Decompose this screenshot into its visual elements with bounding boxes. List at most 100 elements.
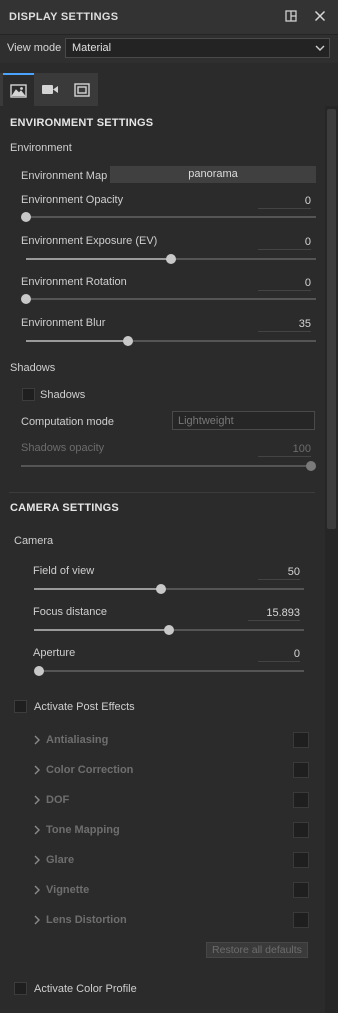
dock-icon[interactable]	[284, 9, 298, 23]
post-effect-toggle[interactable]	[293, 732, 309, 748]
slider-fill	[21, 465, 311, 467]
post-effect-label: DOF	[46, 794, 70, 806]
chevron-right-icon	[34, 795, 40, 805]
view-mode-value: Material	[72, 42, 112, 54]
focus-distance-label: Focus distance	[33, 606, 107, 618]
tab-environment[interactable]	[3, 73, 34, 106]
computation-mode-input[interactable]: Lightweight	[172, 411, 315, 430]
post-effect-color-correction[interactable]: Color Correction	[33, 762, 309, 780]
scrollbar-thumb[interactable]	[327, 109, 336, 529]
environment-blur-slider[interactable]	[26, 336, 316, 346]
post-effect-label: Color Correction	[46, 764, 134, 776]
post-effect-glare[interactable]: Glare	[33, 852, 309, 870]
environment-group-label: Environment	[10, 142, 72, 154]
close-icon[interactable]	[313, 9, 327, 23]
environment-rotation-value[interactable]: 0	[258, 277, 311, 291]
environment-exposure-slider[interactable]	[26, 254, 316, 264]
chevron-right-icon	[34, 885, 40, 895]
environment-opacity-value[interactable]: 0	[258, 195, 311, 209]
shadows-group-label: Shadows	[10, 362, 56, 374]
camera-group-label: Camera	[14, 535, 54, 547]
aperture-slider[interactable]	[34, 666, 304, 676]
environment-opacity-slider[interactable]	[21, 212, 316, 222]
view-mode-select[interactable]: Material	[65, 38, 330, 58]
environment-blur-label: Environment Blur	[21, 317, 106, 329]
focus-distance-slider[interactable]	[34, 625, 304, 635]
tabs	[0, 73, 338, 106]
post-effect-toggle[interactable]	[293, 762, 309, 778]
environment-map-label: Environment Map	[21, 170, 108, 182]
slider-fill	[34, 629, 169, 631]
view-mode-row: View mode Material	[0, 35, 338, 63]
slider-handle[interactable]	[166, 254, 176, 264]
post-effect-tone-mapping[interactable]: Tone Mapping	[33, 822, 309, 840]
shadows-checkbox-label: Shadows	[40, 389, 86, 401]
computation-mode-value: Lightweight	[178, 415, 234, 427]
post-effect-label: Tone Mapping	[46, 824, 120, 836]
post-effect-label: Glare	[46, 854, 75, 866]
chevron-right-icon	[34, 735, 40, 745]
shadows-opacity-slider	[21, 461, 316, 471]
post-effects-label: Activate Post Effects	[34, 701, 135, 713]
slider-fill	[34, 588, 161, 590]
slider-handle[interactable]	[34, 666, 44, 676]
chevron-down-icon	[315, 45, 325, 51]
field-of-view-value[interactable]: 50	[258, 566, 300, 580]
post-effect-dof[interactable]: DOF	[33, 792, 309, 810]
view-mode-label: View mode	[7, 42, 62, 54]
panel-title-bar: DISPLAY SETTINGS	[0, 0, 338, 35]
post-effect-vignette[interactable]: Vignette	[33, 882, 309, 900]
environment-blur-value[interactable]: 35	[258, 318, 311, 332]
scrollbar[interactable]	[325, 106, 338, 1013]
post-effect-toggle[interactable]	[293, 912, 309, 928]
camera-icon	[42, 85, 58, 94]
environment-rotation-slider[interactable]	[21, 294, 316, 304]
computation-mode-label: Computation mode	[21, 416, 114, 428]
post-effect-label: Vignette	[46, 884, 90, 896]
slider-handle[interactable]	[21, 212, 31, 222]
color-profile-label: Activate Color Profile	[34, 983, 137, 995]
post-effect-toggle[interactable]	[293, 852, 309, 868]
environment-map-button[interactable]: panorama	[110, 166, 316, 183]
chevron-right-icon	[34, 765, 40, 775]
chevron-right-icon	[34, 825, 40, 835]
slider-fill	[26, 340, 128, 342]
focus-distance-value[interactable]: 15.893	[248, 607, 300, 621]
environment-exposure-value[interactable]: 0	[258, 236, 311, 250]
camera-settings-heading: CAMERA SETTINGS	[10, 502, 119, 514]
shadows-checkbox[interactable]	[22, 388, 35, 401]
slider-handle[interactable]	[21, 294, 31, 304]
frame-icon	[74, 83, 90, 97]
environment-rotation-label: Environment Rotation	[21, 276, 127, 288]
environment-opacity-label: Environment Opacity	[21, 194, 124, 206]
environment-settings-heading: ENVIRONMENT SETTINGS	[10, 117, 154, 129]
restore-defaults-button[interactable]: Restore all defaults	[206, 942, 308, 958]
post-effect-label: Antialiasing	[46, 734, 109, 746]
field-of-view-label: Field of view	[33, 565, 95, 577]
shadows-opacity-label: Shadows opacity	[21, 442, 105, 454]
slider-handle	[306, 461, 316, 471]
slider-handle[interactable]	[164, 625, 174, 635]
color-profile-checkbox[interactable]	[14, 982, 27, 995]
panel-title: DISPLAY SETTINGS	[9, 11, 119, 23]
tab-frame[interactable]	[66, 73, 97, 106]
aperture-label: Aperture	[33, 647, 76, 659]
slider-handle[interactable]	[155, 584, 166, 594]
aperture-value[interactable]: 0	[258, 648, 300, 662]
slider-fill	[26, 258, 171, 260]
slider-handle[interactable]	[122, 336, 133, 346]
chevron-right-icon	[34, 915, 40, 925]
tab-camera[interactable]	[34, 73, 65, 106]
environment-exposure-label: Environment Exposure (EV)	[21, 235, 158, 247]
shadows-opacity-value: 100	[258, 443, 311, 457]
post-effect-toggle[interactable]	[293, 792, 309, 808]
post-effect-antialiasing[interactable]: Antialiasing	[33, 732, 309, 750]
field-of-view-slider[interactable]	[34, 584, 304, 594]
post-effects-checkbox[interactable]	[14, 700, 27, 713]
post-effect-toggle[interactable]	[293, 822, 309, 838]
image-icon	[10, 84, 27, 98]
post-effect-toggle[interactable]	[293, 882, 309, 898]
section-divider	[9, 492, 315, 493]
post-effect-label: Lens Distortion	[46, 914, 127, 926]
post-effect-lens-distortion[interactable]: Lens Distortion	[33, 912, 309, 930]
